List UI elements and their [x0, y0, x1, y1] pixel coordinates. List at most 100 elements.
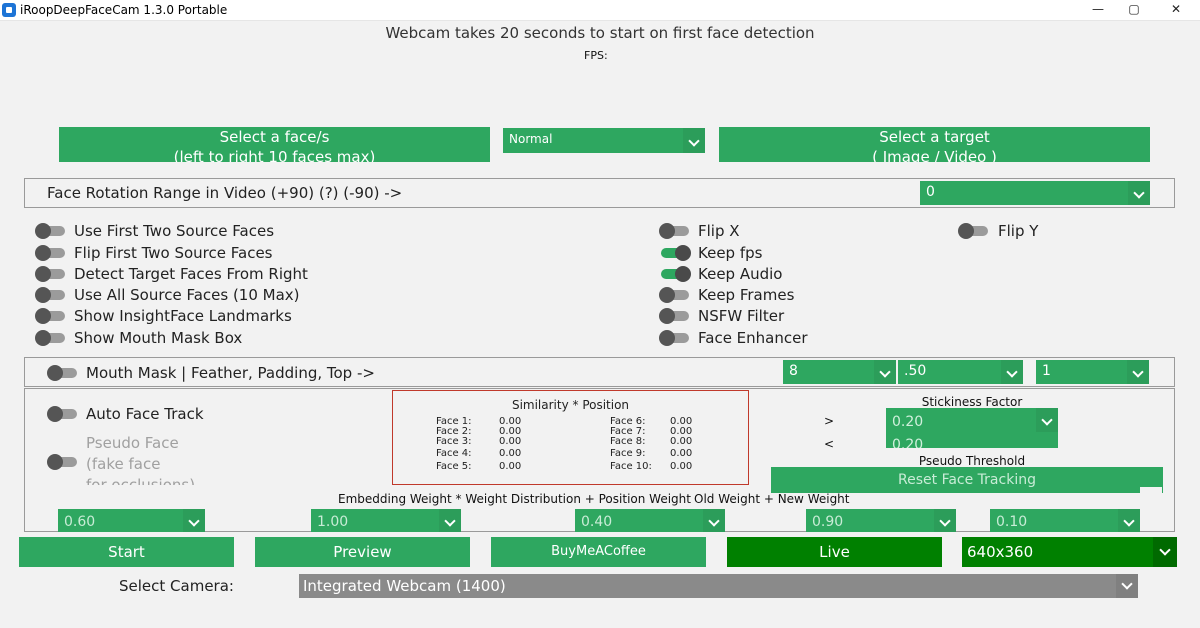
- rotation-label: Face Rotation Range in Video (+90) (?) (…: [47, 184, 403, 202]
- mouth-padding-dropdown[interactable]: .50: [898, 360, 1023, 384]
- toggle-mouth-mask[interactable]: [47, 365, 79, 381]
- toggle-flip-y[interactable]: [958, 223, 990, 239]
- weight-value: 0.10: [996, 514, 1028, 530]
- similarity-face-value: 0.00: [670, 436, 693, 447]
- similarity-face-value: 0.00: [670, 461, 693, 472]
- webcam-notice: Webcam takes 20 seconds to start on firs…: [385, 24, 815, 42]
- rotation-dropdown[interactable]: 0: [920, 181, 1150, 205]
- maximize-button[interactable]: ▢: [1114, 0, 1154, 20]
- live-button[interactable]: Live: [727, 537, 942, 567]
- chevron-down-icon: [1001, 360, 1023, 384]
- top-value: 1: [1042, 363, 1051, 379]
- camera-dropdown[interactable]: Integrated Webcam (1400): [299, 574, 1138, 598]
- option-label: Show Mouth Mask Box: [74, 329, 243, 347]
- camera-value: Integrated Webcam (1400): [303, 577, 506, 595]
- window-title: iRoopDeepFaceCam 1.3.0 Portable: [20, 3, 228, 17]
- toggle-use-first-two[interactable]: [35, 223, 67, 239]
- toggle-keep-audio[interactable]: [659, 266, 691, 282]
- weight-value: 0.90: [812, 514, 844, 530]
- similarity-face-value: 0.00: [499, 436, 522, 447]
- chevron-down-icon: [934, 509, 956, 532]
- toggle-pseudo-face[interactable]: [47, 454, 79, 470]
- mode-dropdown[interactable]: Normal: [503, 128, 705, 153]
- reset-label: Reset Face Tracking: [898, 472, 1036, 488]
- old-new-weight-label: Old Weight + New Weight: [694, 492, 850, 506]
- mouth-mask-label: Mouth Mask | Feather, Padding, Top ->: [86, 364, 375, 382]
- old-weight-dropdown[interactable]: 0.90: [806, 509, 956, 532]
- similarity-clipped-rows: Face 1: 0.00 Face 6: 0.00 Face 2: 0.00 F…: [393, 413, 748, 448]
- new-weight-dropdown[interactable]: 0.10: [990, 509, 1140, 532]
- option-label: Keep Frames: [698, 286, 795, 304]
- weight-distribution-dropdown[interactable]: 1.00: [311, 509, 461, 532]
- option-label: NSFW Filter: [698, 307, 785, 325]
- reset-face-tracking-button[interactable]: Reset Face Tracking: [771, 467, 1163, 493]
- toggle-keep-fps[interactable]: [659, 245, 691, 261]
- pseudo-face-label: Pseudo Face (fake face for occlusions): [86, 433, 226, 485]
- option-label: Use First Two Source Faces: [74, 222, 275, 240]
- toggle-flip-first-two[interactable]: [35, 245, 67, 261]
- weight-value: 0.60: [64, 514, 96, 530]
- buy-me-a-coffee-button[interactable]: BuyMeACoffee: [491, 537, 706, 567]
- chevron-down-icon: [1116, 574, 1138, 598]
- stickiness-label: Stickiness Factor: [921, 395, 1023, 409]
- stickiness-dropdown[interactable]: 0.20 0.20: [886, 408, 1058, 448]
- resolution-dropdown[interactable]: 640x360: [962, 537, 1177, 567]
- chevron-down-icon: [1128, 181, 1150, 205]
- padding-value: .50: [904, 363, 927, 379]
- toggle-mouth-mask-box[interactable]: [35, 330, 67, 346]
- feather-value: 8: [789, 363, 798, 379]
- similarity-face-label: Face 10:: [610, 461, 652, 472]
- less-than-label: <: [824, 437, 835, 451]
- toggle-keep-frames[interactable]: [659, 287, 691, 303]
- chevron-down-icon: [439, 509, 461, 532]
- pseudo-face-line3: for occlusions): [86, 476, 196, 485]
- select-face-line2: (left to right 10 faces max): [173, 148, 376, 162]
- chevron-down-icon: [1153, 537, 1177, 567]
- toggle-face-enhancer[interactable]: [659, 330, 691, 346]
- option-label: Keep fps: [698, 244, 763, 262]
- auto-face-track-label: Auto Face Track: [86, 405, 204, 423]
- toggle-flip-x[interactable]: [659, 223, 691, 239]
- position-weight-dropdown[interactable]: 0.40: [575, 509, 725, 532]
- option-label: Flip X: [698, 222, 740, 240]
- toggle-detect-from-right[interactable]: [35, 266, 67, 282]
- chevron-down-icon: [874, 360, 896, 384]
- similarity-face-label: Face 3:: [436, 436, 472, 447]
- option-label: Show InsightFace Landmarks: [74, 307, 292, 325]
- chevron-down-icon: [703, 509, 725, 532]
- select-face-line1: Select a face/s: [219, 128, 330, 146]
- flip-y-label: Flip Y: [998, 222, 1039, 240]
- toggle-insightface-landmarks[interactable]: [35, 308, 67, 324]
- option-label: Face Enhancer: [698, 329, 808, 347]
- stickiness-value-second: 0.20: [892, 437, 924, 448]
- select-target-button[interactable]: Select a target ( Image / Video ): [719, 127, 1150, 162]
- pseudo-threshold-label: Pseudo Threshold: [918, 454, 1026, 468]
- weights-label: Embedding Weight * Weight Distribution +…: [338, 492, 691, 506]
- start-button[interactable]: Start: [19, 537, 234, 567]
- toggle-auto-face-track[interactable]: [47, 406, 79, 422]
- select-target-line1: Select a target: [879, 128, 990, 146]
- option-label: Detect Target Faces From Right: [74, 265, 308, 283]
- chevron-down-icon: [1118, 509, 1140, 532]
- option-label: Use All Source Faces (10 Max): [74, 286, 300, 304]
- select-face-button[interactable]: Select a face/s (left to right 10 faces …: [59, 127, 490, 162]
- mode-value: Normal: [509, 132, 553, 146]
- similarity-face-label: Face 9:: [610, 448, 646, 459]
- mouth-top-dropdown[interactable]: 1: [1036, 360, 1149, 384]
- preview-button[interactable]: Preview: [255, 537, 470, 567]
- chevron-down-icon: [183, 509, 205, 532]
- select-target-line2: ( Image / Video ): [872, 148, 997, 162]
- similarity-box: Similarity * Position Face 1: 0.00 Face …: [392, 390, 749, 485]
- similarity-face-label: Face 4:: [436, 448, 472, 459]
- similarity-title: Similarity * Position: [511, 398, 630, 412]
- mouth-feather-dropdown[interactable]: 8: [783, 360, 896, 384]
- toggle-nsfw-filter[interactable]: [659, 308, 691, 324]
- close-button[interactable]: ✕: [1156, 0, 1196, 20]
- weight-value: 0.40: [581, 514, 613, 530]
- similarity-face-label: Face 5:: [436, 461, 472, 472]
- chevron-down-icon: [1127, 360, 1149, 384]
- toggle-use-all-source[interactable]: [35, 287, 67, 303]
- minimize-button[interactable]: —: [1078, 0, 1118, 20]
- embedding-weight-dropdown[interactable]: 0.60: [58, 509, 205, 532]
- chevron-down-icon: [683, 128, 705, 153]
